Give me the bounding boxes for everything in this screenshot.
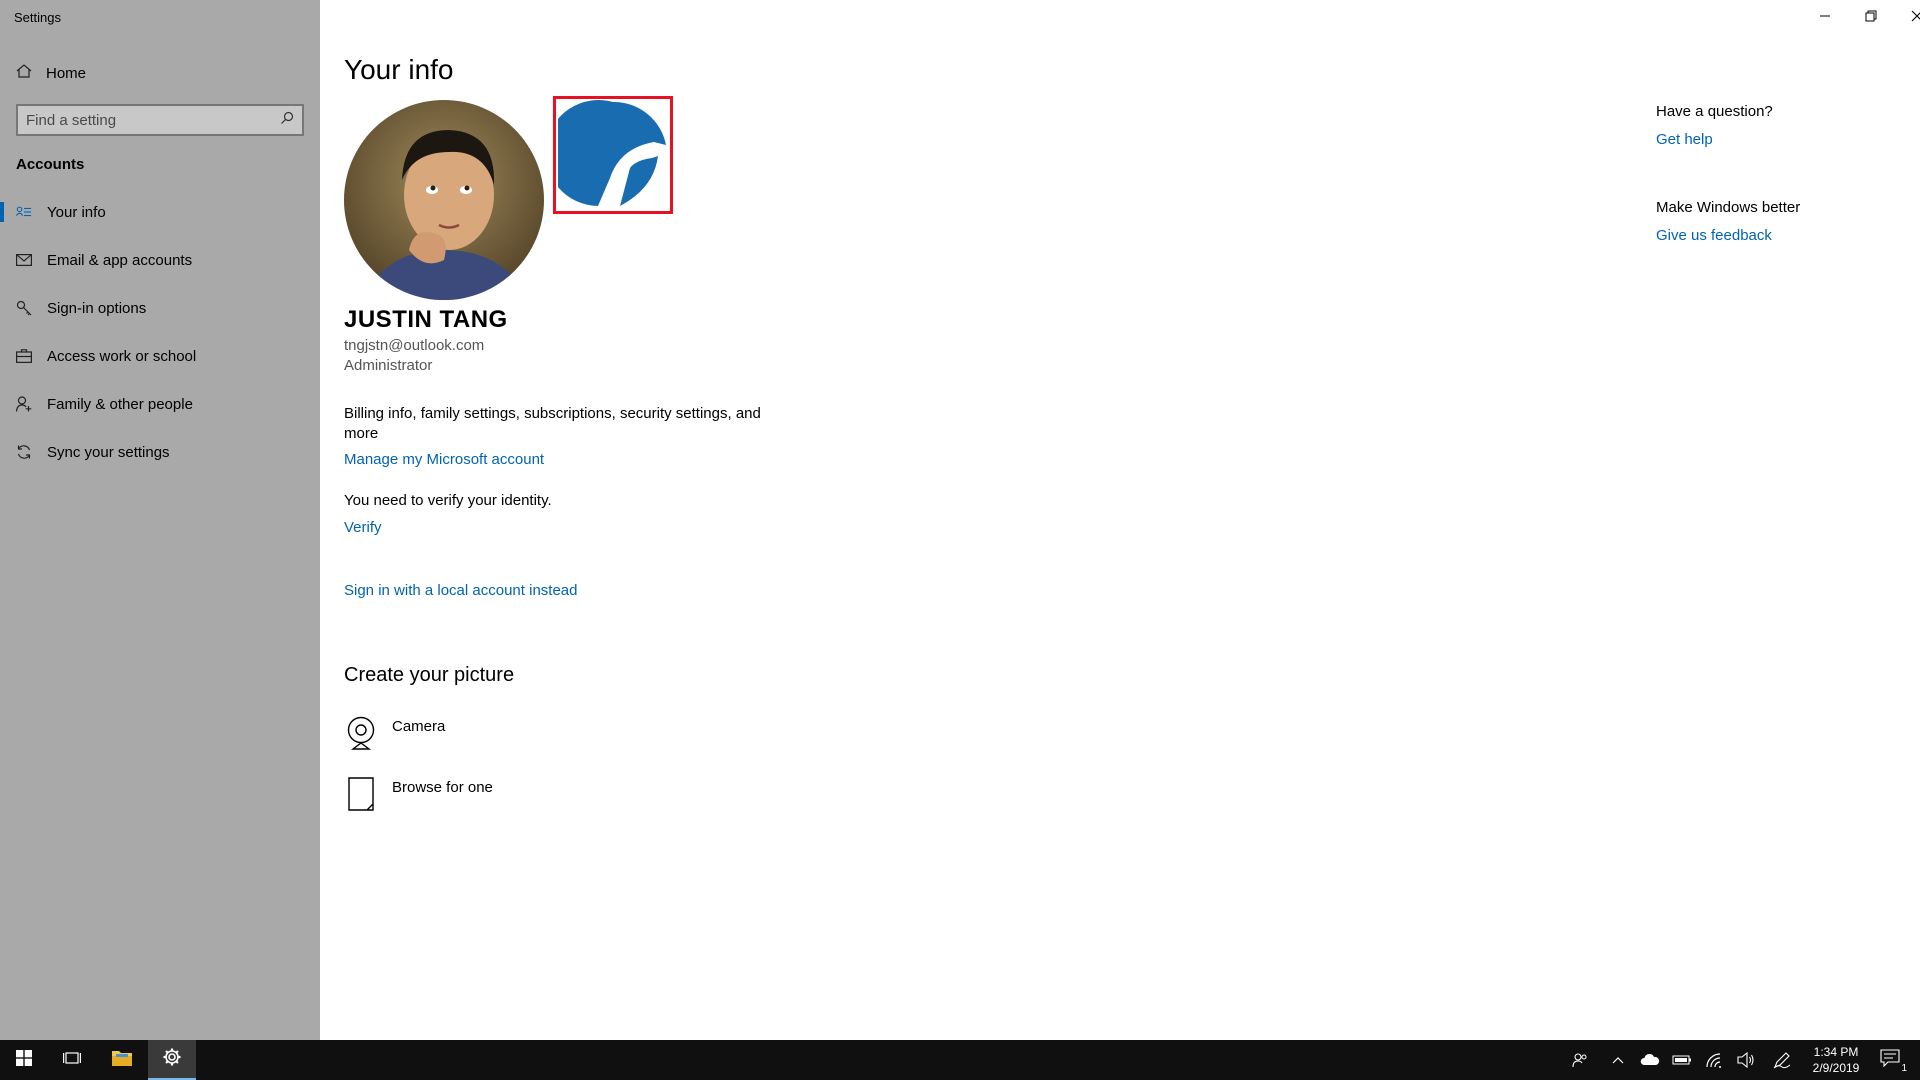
webcam-icon	[346, 716, 376, 755]
pen-workspace-icon[interactable]	[1770, 1048, 1794, 1072]
task-view-button[interactable]	[48, 1040, 96, 1080]
feedback-title: Make Windows better	[1656, 199, 1801, 216]
billing-description: Billing info, family settings, subscript…	[344, 405, 761, 442]
camera-label: Camera	[392, 718, 446, 735]
manage-microsoft-account-link[interactable]: Manage my Microsoft account	[344, 451, 544, 468]
user-email: tngjstn@outlook.com	[344, 337, 485, 354]
search-input[interactable]	[26, 111, 280, 129]
sidebar-item-label: Sync your settings	[47, 443, 170, 461]
browse-option[interactable]: Browse for one	[346, 777, 493, 816]
person-add-icon	[16, 396, 32, 412]
help-title: Have a question?	[1656, 103, 1773, 120]
sidebar-item-sign-in-options[interactable]: Sign-in options	[0, 288, 320, 328]
windows-logo-icon	[16, 1049, 32, 1071]
sidebar-item-sync-settings[interactable]: Sync your settings	[0, 432, 320, 472]
volume-icon[interactable]	[1734, 1048, 1758, 1072]
chevron-up-icon[interactable]	[1606, 1048, 1630, 1072]
page-title: Your info	[344, 54, 454, 85]
clock[interactable]: 1:34 PM 2/9/2019	[1796, 1044, 1876, 1076]
close-icon	[1911, 9, 1920, 27]
home-label: Home	[46, 64, 87, 82]
user-name: JUSTIN TANG	[344, 306, 508, 333]
contact-card-icon	[16, 204, 32, 220]
section-title: Accounts	[16, 156, 85, 173]
create-picture-title: Create your picture	[344, 664, 515, 686]
search-box[interactable]	[16, 104, 304, 136]
selected-picture-frame[interactable]	[553, 96, 673, 214]
home-nav-item[interactable]: Home	[16, 62, 306, 84]
clock-date: 2/9/2019	[1812, 1061, 1860, 1075]
wifi-icon[interactable]	[1702, 1048, 1726, 1072]
sidebar: Settings Home Accounts Your info Email	[0, 0, 320, 1040]
mail-icon	[16, 252, 32, 268]
user-role: Administrator	[344, 357, 433, 374]
restore-button[interactable]	[1848, 4, 1894, 32]
camera-option[interactable]: Camera	[346, 716, 445, 755]
start-button[interactable]	[0, 1040, 48, 1080]
file-explorer-button[interactable]	[98, 1040, 146, 1080]
sidebar-item-label: Your info	[47, 203, 106, 221]
document-icon	[346, 777, 376, 816]
local-account-link[interactable]: Sign in with a local account instead	[344, 582, 577, 599]
people-icon[interactable]	[1568, 1048, 1592, 1072]
clock-time: 1:34 PM	[1813, 1045, 1859, 1059]
verify-identity-text: You need to verify your identity.	[344, 492, 552, 509]
account-picture-icon	[558, 100, 666, 206]
sidebar-item-label: Family & other people	[47, 395, 193, 413]
task-view-icon	[63, 1050, 81, 1071]
search-icon[interactable]	[280, 111, 294, 130]
action-center-button[interactable]: 1	[1876, 1048, 1908, 1074]
battery-icon[interactable]	[1670, 1048, 1694, 1072]
folder-icon	[111, 1049, 133, 1072]
settings-window: Settings Home Accounts Your info Email	[0, 0, 1920, 1080]
restore-icon	[1865, 9, 1877, 27]
sidebar-item-family-other-people[interactable]: Family & other people	[0, 384, 320, 424]
give-feedback-link[interactable]: Give us feedback	[1656, 227, 1772, 244]
gear-icon	[162, 1047, 182, 1072]
sidebar-item-label: Sign-in options	[47, 299, 147, 317]
sidebar-item-email-app-accounts[interactable]: Email & app accounts	[0, 240, 320, 280]
notification-icon	[1880, 1048, 1900, 1072]
main-content: Your info JUSTIN TANG tngjstn@outlook.co…	[320, 0, 1920, 1040]
briefcase-icon	[16, 348, 32, 364]
sync-icon	[16, 444, 32, 460]
window-title: Settings	[14, 10, 61, 25]
minimize-icon	[1819, 9, 1831, 27]
sidebar-item-label: Email & app accounts	[47, 251, 193, 269]
sidebar-item-access-work-school[interactable]: Access work or school	[0, 336, 320, 376]
key-icon	[16, 300, 32, 316]
home-icon	[16, 63, 32, 84]
get-help-link[interactable]: Get help	[1656, 131, 1713, 148]
notification-count: 1	[1900, 1063, 1908, 1074]
taskbar: 1:34 PM 2/9/2019 1	[0, 1040, 1920, 1080]
avatar	[344, 100, 544, 300]
minimize-button[interactable]	[1802, 4, 1848, 32]
onedrive-icon[interactable]	[1638, 1048, 1662, 1072]
browse-label: Browse for one	[392, 779, 493, 796]
close-button[interactable]	[1894, 4, 1920, 32]
verify-link[interactable]: Verify	[344, 519, 382, 536]
sidebar-item-label: Access work or school	[47, 347, 197, 365]
settings-taskbar-button[interactable]	[148, 1040, 196, 1080]
sidebar-item-your-info[interactable]: Your info	[0, 192, 320, 232]
